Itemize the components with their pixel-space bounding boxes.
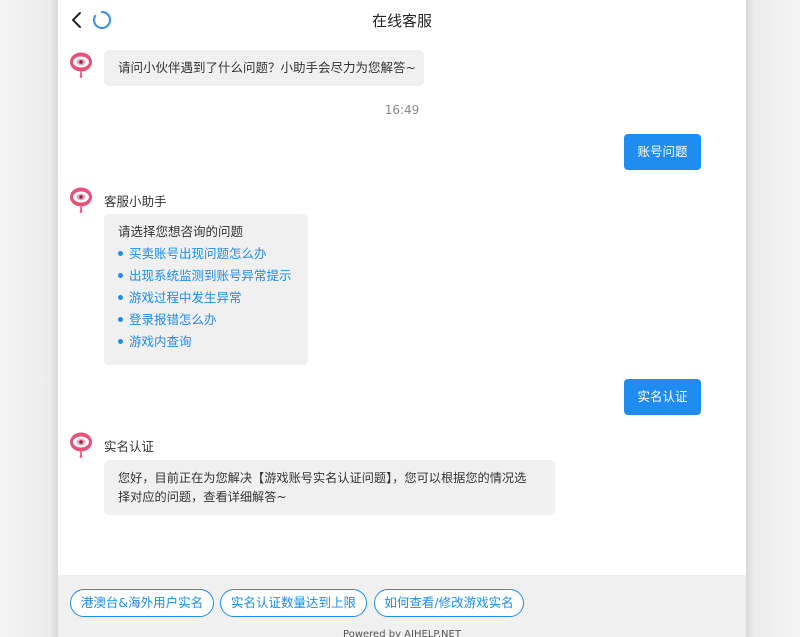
chat-header: 在线客服	[58, 0, 746, 40]
chip-label: 港澳台&海外用户实名	[80, 595, 204, 610]
menu-option-label: 游戏内查询	[129, 334, 192, 349]
bullet-icon	[118, 295, 123, 300]
quick-reply-chip[interactable]: 实名认证数量达到上限	[220, 589, 367, 617]
menu-option-label: 买卖账号出现问题怎么办	[129, 246, 267, 261]
user-message-bubble: 实名认证	[624, 379, 701, 415]
menu-option[interactable]: 游戏过程中发生异常	[118, 287, 294, 309]
robot-avatar-icon	[70, 432, 92, 458]
bullet-icon	[118, 317, 123, 322]
sender-name: 客服小助手	[104, 194, 167, 209]
user-message-bubble: 账号问题	[624, 134, 701, 170]
bullet-icon	[118, 339, 123, 344]
user-message-text: 账号问题	[637, 144, 688, 159]
robot-avatar-icon	[70, 52, 92, 78]
page-title: 在线客服	[371, 12, 432, 30]
bullet-icon	[118, 273, 123, 278]
menu-title: 请选择您想咨询的问题	[118, 224, 244, 239]
greeting-text: 请问小伙伴遇到了什么问题？小助手会尽力为您解答~	[118, 60, 416, 75]
menu-option[interactable]: 出现系统监测到账号异常提示	[118, 265, 294, 287]
quick-reply-bar: 港澳台&海外用户实名 实名认证数量达到上限 如何查看/修改游戏实名 Powere…	[58, 575, 746, 637]
menu-option-label: 登录报错怎么办	[129, 312, 217, 327]
menu-option[interactable]: 游戏内查询	[118, 331, 294, 353]
sender-name: 实名认证	[104, 439, 155, 454]
topic-reply-bubble: 您好，目前正在为您解决【游戏账号实名认证问题】，您可以根据您的情况选 择对应的问…	[104, 460, 555, 515]
powered-by-label: Powered by AIHELP.NET	[343, 629, 461, 637]
quick-reply-chip[interactable]: 如何查看/修改游戏实名	[374, 589, 524, 617]
user-message-text: 实名认证	[637, 389, 688, 404]
menu-option[interactable]: 买卖账号出现问题怎么办	[118, 243, 294, 265]
page-background-left	[0, 0, 58, 637]
menu-option[interactable]: 登录报错怎么办	[118, 309, 294, 331]
robot-avatar-icon	[70, 187, 92, 213]
chip-label: 实名认证数量达到上限	[230, 595, 356, 610]
bullet-icon	[118, 251, 123, 256]
chip-label: 如何查看/修改游戏实名	[384, 595, 514, 610]
quick-reply-chip[interactable]: 港澳台&海外用户实名	[70, 589, 214, 617]
message-timestamp: 16:49	[384, 103, 420, 117]
menu-option-label: 出现系统监测到账号异常提示	[129, 268, 292, 283]
page-background-right	[746, 0, 800, 637]
question-menu-bubble: 请选择您想咨询的问题 买卖账号出现问题怎么办 出现系统监测到账号异常提示 游戏过…	[104, 214, 308, 365]
assistant-greeting-bubble: 请问小伙伴遇到了什么问题？小助手会尽力为您解答~	[104, 50, 424, 86]
chat-window: 在线客服 请问小伙伴遇到了什么问题？小助手会尽力为您解答~ 16:49 账号问题…	[58, 0, 746, 637]
menu-option-label: 游戏过程中发生异常	[129, 290, 242, 305]
topic-reply-line: 择对应的问题，查看详细解答~	[118, 490, 287, 504]
topic-reply-line: 您好，目前正在为您解决【游戏账号实名认证问题】，您可以根据您的情况选	[118, 471, 527, 485]
